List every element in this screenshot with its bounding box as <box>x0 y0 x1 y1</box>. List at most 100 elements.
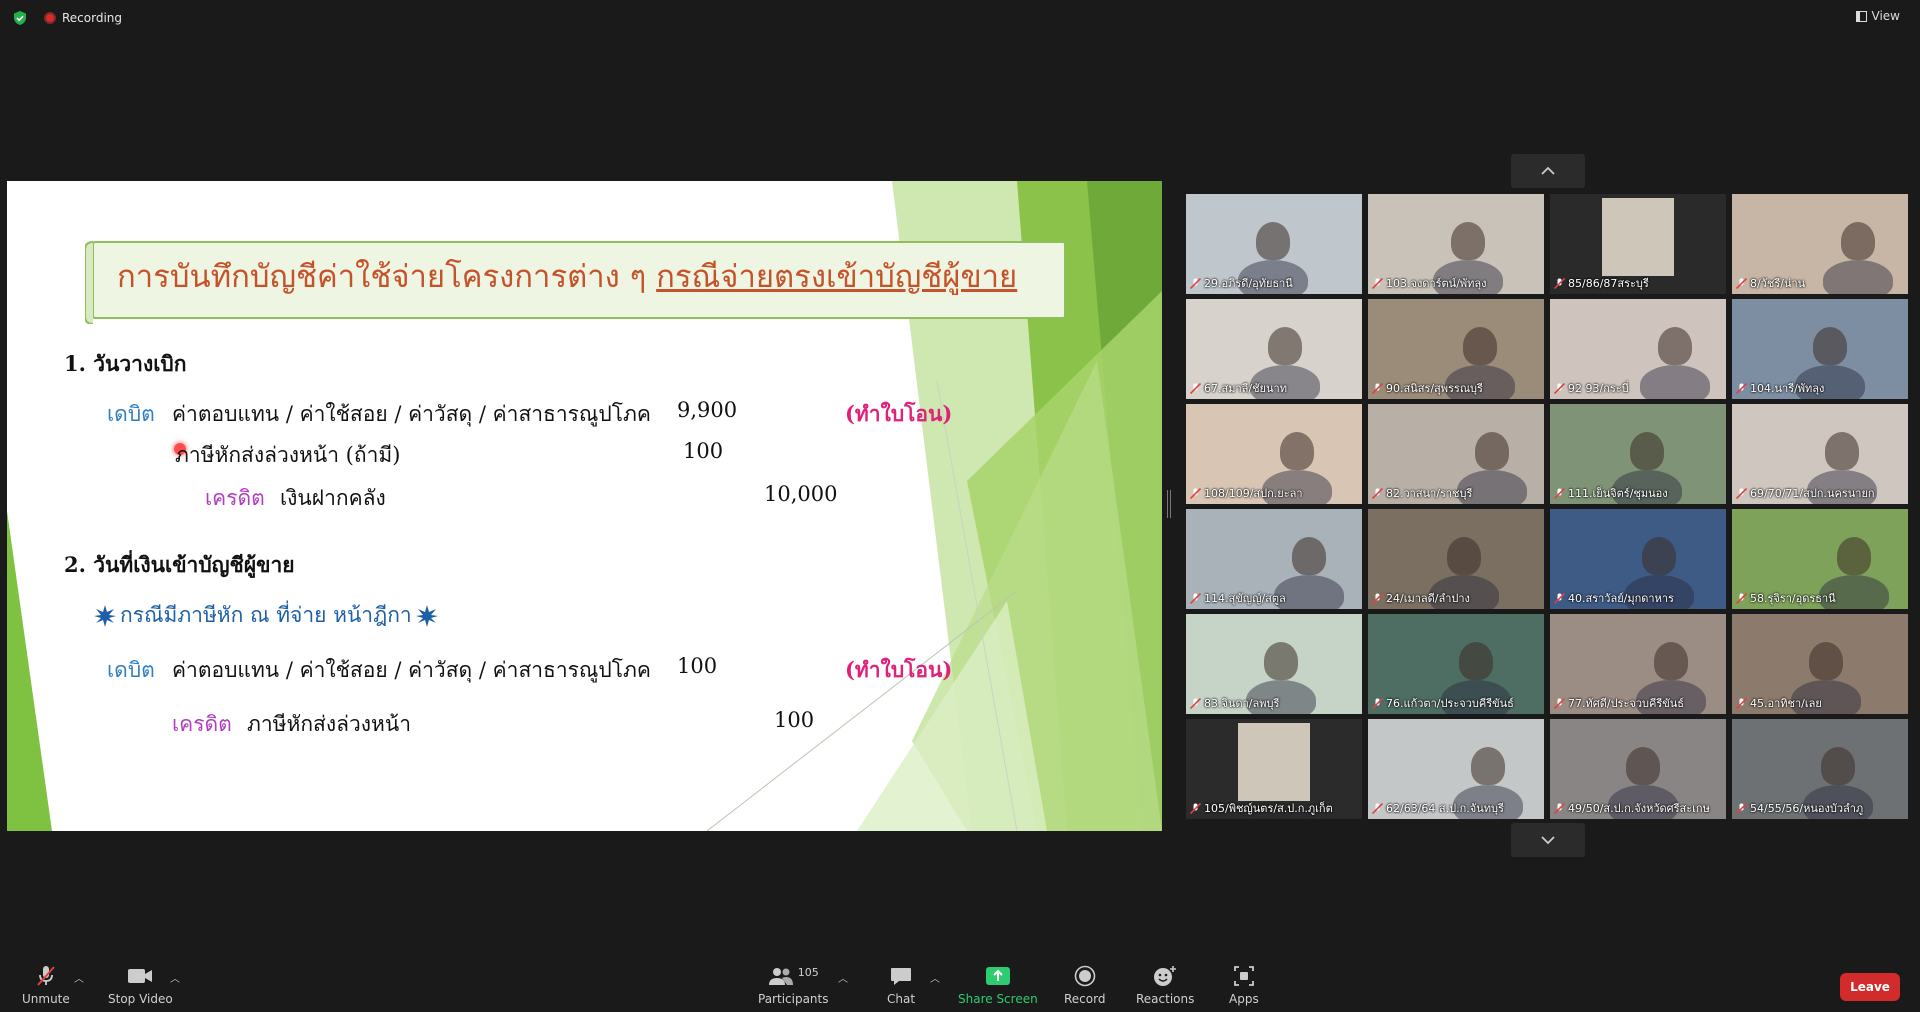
shield-icon[interactable] <box>12 10 28 26</box>
participant-silhouette <box>1658 327 1692 365</box>
participants-count: 105 <box>797 965 819 979</box>
participant-video-tile[interactable]: 62/63/64 ส.ป.ก.จันทบุรี <box>1368 719 1544 819</box>
participant-name: 49/50/ส.ป.ก.จังหวัดศรีสะเกษ <box>1568 802 1710 815</box>
mic-muted-icon <box>1190 487 1201 499</box>
meeting-top-bar: Recording View <box>0 0 1920 36</box>
chevron-down-icon <box>1541 836 1555 845</box>
chat-label: Chat <box>887 992 916 1006</box>
participant-name: 62/63/64 ส.ป.ก.จันทบุรี <box>1386 802 1504 815</box>
stop-video-label: Stop Video <box>108 992 173 1006</box>
mic-muted-icon <box>1372 487 1383 499</box>
share-screen-button[interactable]: Share Screen <box>958 964 1038 1006</box>
apps-button[interactable]: Apps <box>1229 964 1259 1006</box>
mic-muted-icon <box>1190 802 1201 814</box>
participant-video-tile[interactable]: 69/70/71/สปก.นครนายก <box>1732 404 1908 504</box>
unmute-label: Unmute <box>22 992 70 1006</box>
chat-icon <box>891 968 912 985</box>
participant-silhouette <box>1813 327 1847 365</box>
reactions-button[interactable]: Reactions <box>1136 964 1194 1006</box>
participant-silhouette <box>1280 432 1314 470</box>
participant-silhouette <box>1471 747 1505 785</box>
participant-video-tile[interactable]: 77.ทัศดี/ประจวบคีรีขันธ์ <box>1550 614 1726 714</box>
participant-name-label: 108/109/สปก.ยะลา <box>1190 484 1303 502</box>
mic-muted-icon <box>1554 802 1565 814</box>
audio-options-caret-icon[interactable]: ︿ <box>74 970 84 985</box>
mic-muted-icon <box>1372 802 1383 814</box>
view-button[interactable]: View <box>1855 9 1900 23</box>
stop-video-button[interactable]: Stop Video <box>108 964 173 1006</box>
chat-button[interactable]: Chat <box>887 964 915 1006</box>
participant-video-tile[interactable]: 105/พิชญ์นตร/ส.ป.ก.ภูเก็ต <box>1186 719 1362 819</box>
view-label: View <box>1871 9 1900 23</box>
participant-name-label: 104.นารี/พัทลุง <box>1736 379 1824 397</box>
participant-video-tile[interactable]: 24/เมาลดี/ลำปาง <box>1368 509 1544 609</box>
participant-name-label: 8/วัชรี/น่าน <box>1736 274 1805 292</box>
participant-video-tile[interactable]: 76.แก้วตา/ประจวบคีรีขันธ์ <box>1368 614 1544 714</box>
participant-video-tile[interactable]: 104.นารี/พัทลุง <box>1732 299 1908 399</box>
participants-caret-icon[interactable]: ︿ <box>838 970 848 985</box>
credit-amount-1: 10,000 <box>764 482 838 506</box>
participant-video-tile[interactable]: 103.จงดาร์ตน์/พัทลุง <box>1368 194 1544 294</box>
record-label: Record <box>1064 992 1106 1006</box>
participant-video-tile[interactable]: 85/86/87สระบุรี <box>1550 194 1726 294</box>
participant-video-tile[interactable]: 49/50/ส.ป.ก.จังหวัดศรีสะเกษ <box>1550 719 1726 819</box>
starburst-icon <box>415 604 438 627</box>
mic-muted-icon <box>1554 487 1565 499</box>
participant-video-tile[interactable]: 8/วัชรี/น่าน <box>1732 194 1908 294</box>
participant-silhouette <box>1821 747 1855 785</box>
recording-indicator[interactable]: Recording <box>44 10 122 26</box>
participant-video-tile[interactable]: 67.สมาลี/ชัยนาท <box>1186 299 1362 399</box>
participant-video-tile[interactable]: 58.รุจิรา/อุดรธานี <box>1732 509 1908 609</box>
credit-label-2: เครดิต <box>172 712 232 736</box>
gallery-next-page-button[interactable] <box>1511 823 1585 857</box>
unmute-button[interactable]: Unmute <box>22 964 70 1006</box>
participants-button[interactable]: 105 Participants <box>758 964 829 1007</box>
participant-name: 85/86/87สระบุรี <box>1568 277 1649 290</box>
participant-name-label: 62/63/64 ส.ป.ก.จันทบุรี <box>1372 799 1504 817</box>
apps-icon <box>1233 966 1254 986</box>
participant-video-tile[interactable]: 114.สุขัญญ์/สตูล <box>1186 509 1362 609</box>
record-icon <box>1074 965 1096 987</box>
mic-muted-icon <box>1554 382 1565 394</box>
participant-name: 83.จินดา/ลพบุรี <box>1204 697 1280 710</box>
leave-button[interactable]: Leave <box>1840 973 1900 1001</box>
participant-video-grid: 29.อภิรดี/อุทัยธานี 103.จงดาร์ตน์/พัทลุง 8… <box>1186 194 1910 819</box>
participant-video-tile[interactable]: 40.สราวัลย์/มุกดาหาร <box>1550 509 1726 609</box>
participant-video-tile[interactable]: 108/109/สปก.ยะลา <box>1186 404 1362 504</box>
participant-silhouette <box>1447 537 1481 575</box>
chat-caret-icon[interactable]: ︿ <box>930 970 940 985</box>
participant-silhouette <box>1463 327 1497 365</box>
participant-video-tile[interactable]: 54/55/56/หนองบัวลำภู <box>1732 719 1908 819</box>
participant-name-label: 77.ทัศดี/ประจวบคีรีขันธ์ <box>1554 694 1684 712</box>
meeting-toolbar: Unmute ︿ Stop Video ︿ 105 Participants ︿ <box>0 958 1920 1012</box>
participant-name-label: 40.สราวัลย์/มุกดาหาร <box>1554 589 1674 607</box>
participant-video-tile[interactable]: 111.เย็นจิตร์/ชุมนอง <box>1550 404 1726 504</box>
participant-name: 69/70/71/สปก.นครนายก <box>1750 487 1875 500</box>
participant-body <box>1640 365 1710 399</box>
participants-icon <box>768 968 793 985</box>
participant-name: 58.รุจิรา/อุดรธานี <box>1750 592 1836 605</box>
mic-muted-icon <box>1190 382 1201 394</box>
participant-video-tile[interactable]: 83.จินดา/ลพบุรี <box>1186 614 1362 714</box>
participant-video-tile[interactable]: 45.อาทิชา/เลย <box>1732 614 1908 714</box>
participant-name: 54/55/56/หนองบัวลำภู <box>1750 802 1864 815</box>
participant-silhouette <box>1459 642 1493 680</box>
panel-resize-handle[interactable] <box>1167 490 1171 518</box>
participant-video-tile[interactable]: 92 93/กระบี่ <box>1550 299 1726 399</box>
starburst-icon <box>94 604 116 627</box>
gallery-prev-page-button[interactable] <box>1511 154 1585 188</box>
participant-video-tile[interactable]: 82.วาสนา/ราชบุรี <box>1368 404 1544 504</box>
participant-silhouette <box>1268 327 1302 365</box>
record-button[interactable]: Record <box>1064 964 1105 1006</box>
participant-silhouette <box>1825 432 1859 470</box>
participant-name-label: 103.จงดาร์ตน์/พัทลุง <box>1372 274 1487 292</box>
video-options-caret-icon[interactable]: ︿ <box>170 970 180 985</box>
participant-frame <box>1238 723 1310 801</box>
reactions-icon <box>1154 966 1177 986</box>
participant-video-tile[interactable]: 29.อภิรดี/อุทัยธานี <box>1186 194 1362 294</box>
participant-silhouette <box>1654 642 1688 680</box>
mic-muted-icon <box>1736 487 1747 499</box>
participant-video-tile[interactable]: 90.สนิสร/สุพรรณบุรี <box>1368 299 1544 399</box>
case-line: กรณีมีภาษีหัก ณ ที่จ่าย หน้าฎีกา <box>94 599 438 632</box>
participant-name-label: 54/55/56/หนองบัวลำภู <box>1736 799 1863 817</box>
